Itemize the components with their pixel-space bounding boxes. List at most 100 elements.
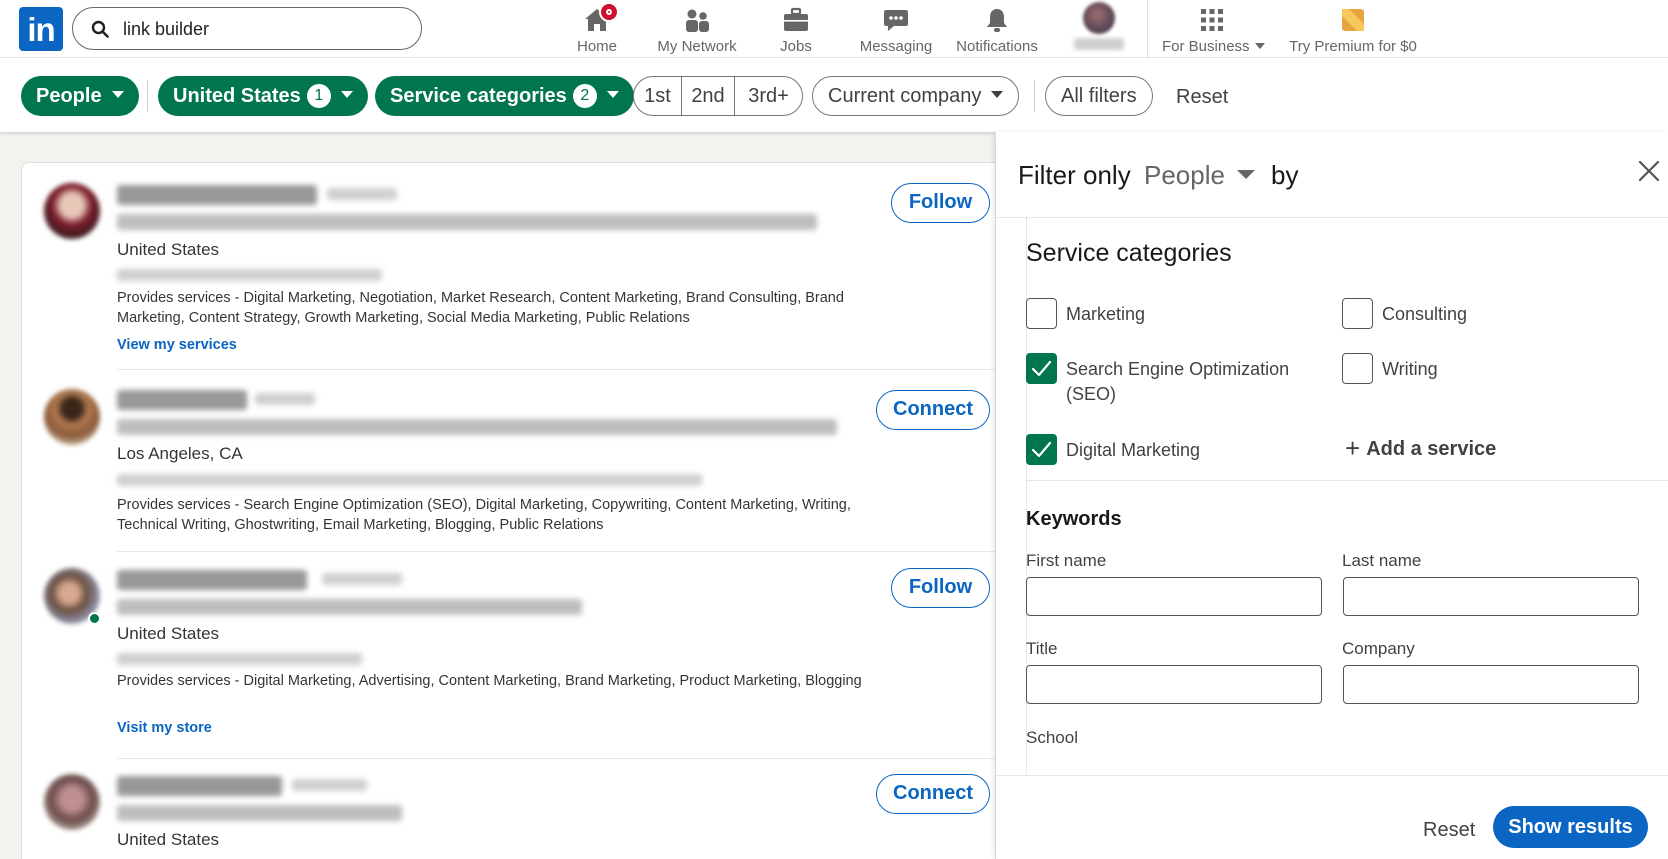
nav-home[interactable]: Home bbox=[570, 2, 624, 56]
filter-only-label: Filter only bbox=[1018, 160, 1131, 190]
section-divider bbox=[1026, 480, 1668, 481]
close-icon[interactable] bbox=[1636, 158, 1662, 184]
result-location: Los Angeles, CA bbox=[117, 444, 243, 463]
category-label: Consulting bbox=[1382, 304, 1468, 324]
people-filter-label: People bbox=[36, 85, 102, 107]
result-type-dropdown[interactable]: People bbox=[1144, 160, 1255, 191]
result-services: Provides services - Digital Marketing, A… bbox=[117, 673, 862, 689]
connect-button[interactable]: Connect bbox=[876, 390, 990, 430]
home-icon bbox=[583, 2, 619, 36]
panel-footer: Reset Show results bbox=[996, 775, 1668, 859]
nav-for-business-label: For Business bbox=[1162, 38, 1265, 55]
top-navigation: in Home My Network bbox=[0, 0, 1668, 58]
service-categories-heading: Service categories bbox=[1026, 239, 1232, 267]
premium-icon bbox=[1339, 6, 1367, 36]
blurred-degree bbox=[292, 779, 367, 791]
profile-menu-blurred[interactable] bbox=[1074, 38, 1124, 50]
search-results-list: United States Provides services - Digita… bbox=[21, 162, 1011, 859]
chevron-down-icon bbox=[1254, 43, 1265, 49]
current-company-filter-button[interactable]: Current company bbox=[812, 76, 1020, 116]
result-card: Los Angeles, CA Provides services - Sear… bbox=[22, 370, 1010, 551]
last-name-input[interactable] bbox=[1343, 577, 1639, 616]
blurred-headline bbox=[117, 805, 402, 821]
result-card: United States Provides services - Digita… bbox=[22, 163, 1010, 369]
first-name-input[interactable] bbox=[1026, 577, 1322, 616]
blurred-name[interactable] bbox=[117, 390, 247, 410]
linkedin-logo[interactable]: in bbox=[19, 7, 63, 51]
nav-home-label: Home bbox=[576, 38, 617, 55]
profile-avatar[interactable] bbox=[44, 774, 100, 830]
blurred-name[interactable] bbox=[117, 185, 317, 205]
first-name-label: First name bbox=[1026, 551, 1107, 570]
search-box[interactable] bbox=[72, 7, 422, 50]
caret-down-icon bbox=[606, 91, 619, 98]
nav-messaging[interactable]: Messaging bbox=[856, 2, 936, 56]
filter-bar: People United States 1 Service categories… bbox=[0, 58, 1668, 132]
connect-button[interactable]: Connect bbox=[876, 774, 990, 814]
blurred-headline bbox=[117, 599, 582, 615]
caret-down-icon bbox=[340, 91, 353, 98]
category-label: Writing bbox=[1382, 359, 1438, 379]
reset-filters-button[interactable]: Reset bbox=[1176, 86, 1228, 109]
follow-button[interactable]: Follow bbox=[891, 568, 990, 608]
view-services-link[interactable]: View my services bbox=[117, 337, 237, 353]
checkbox-checked[interactable] bbox=[1026, 353, 1057, 384]
visit-store-link[interactable]: Visit my store bbox=[117, 720, 212, 736]
show-results-button[interactable]: Show results bbox=[1493, 806, 1648, 848]
nav-notifications-label: Notifications bbox=[956, 38, 1038, 55]
nav-for-business[interactable]: For Business bbox=[1162, 2, 1265, 56]
category-label: Search Engine Optimization (SEO) bbox=[1066, 359, 1290, 404]
profile-avatar[interactable] bbox=[44, 183, 100, 239]
title-input[interactable] bbox=[1026, 665, 1322, 704]
add-service-label: Add a service bbox=[1366, 438, 1497, 460]
location-filter-button[interactable]: United States 1 bbox=[158, 76, 368, 116]
search-input[interactable] bbox=[123, 16, 403, 42]
checkbox[interactable] bbox=[1342, 353, 1373, 384]
profile-avatar[interactable] bbox=[1083, 2, 1115, 34]
degree-3rd-plus-button[interactable]: 3rd+ bbox=[735, 77, 802, 115]
nav-messaging-label: Messaging bbox=[859, 38, 933, 55]
caret-down-icon bbox=[111, 91, 124, 98]
panel-reset-button[interactable]: Reset bbox=[1423, 819, 1475, 842]
nav-my-network[interactable]: My Network bbox=[653, 2, 741, 56]
nav-notifications[interactable]: Notifications bbox=[953, 2, 1041, 56]
result-services: Provides services - Search Engine Optimi… bbox=[117, 497, 851, 533]
blurred-name[interactable] bbox=[117, 570, 307, 590]
caret-down-icon bbox=[1236, 170, 1255, 179]
blurred-current-role bbox=[117, 474, 702, 486]
current-company-label: Current company bbox=[828, 85, 982, 107]
plus-icon: + bbox=[1345, 433, 1361, 463]
add-service-button[interactable]: + Add a service bbox=[1345, 433, 1496, 464]
by-label: by bbox=[1271, 160, 1299, 190]
all-filters-button[interactable]: All filters bbox=[1045, 76, 1153, 116]
grid-icon bbox=[1198, 6, 1226, 36]
result-card: United States Connect bbox=[22, 759, 1010, 859]
all-filters-panel: Filter only People by Service categories… bbox=[995, 132, 1668, 859]
blurred-name[interactable] bbox=[117, 776, 282, 796]
briefcase-icon bbox=[782, 6, 810, 36]
nav-try-premium[interactable]: Try Premium for $0 bbox=[1288, 2, 1418, 56]
company-input[interactable] bbox=[1343, 665, 1639, 704]
degree-1st-button[interactable]: 1st bbox=[634, 77, 682, 115]
blurred-headline bbox=[117, 214, 817, 230]
nav-jobs[interactable]: Jobs bbox=[774, 2, 818, 56]
checkbox-checked[interactable] bbox=[1026, 434, 1057, 465]
people-filter-button[interactable]: People bbox=[21, 76, 139, 116]
result-type-value: People bbox=[1144, 160, 1225, 190]
checkbox[interactable] bbox=[1342, 298, 1373, 329]
blurred-degree bbox=[322, 573, 402, 585]
blurred-degree bbox=[327, 188, 397, 200]
chat-icon bbox=[882, 6, 910, 36]
service-categories-filter-button[interactable]: Service categories 2 bbox=[375, 76, 634, 116]
follow-button[interactable]: Follow bbox=[891, 183, 990, 223]
profile-avatar[interactable] bbox=[44, 389, 100, 445]
connection-degree-group: 1st 2nd 3rd+ bbox=[633, 76, 803, 116]
notification-badge bbox=[599, 2, 619, 22]
blurred-current-role bbox=[117, 269, 382, 281]
degree-2nd-button[interactable]: 2nd bbox=[682, 77, 735, 115]
checkbox[interactable] bbox=[1026, 298, 1057, 329]
search-icon bbox=[91, 20, 109, 38]
blurred-current-role bbox=[117, 653, 362, 665]
online-status-indicator bbox=[88, 612, 101, 625]
people-icon bbox=[683, 6, 711, 36]
